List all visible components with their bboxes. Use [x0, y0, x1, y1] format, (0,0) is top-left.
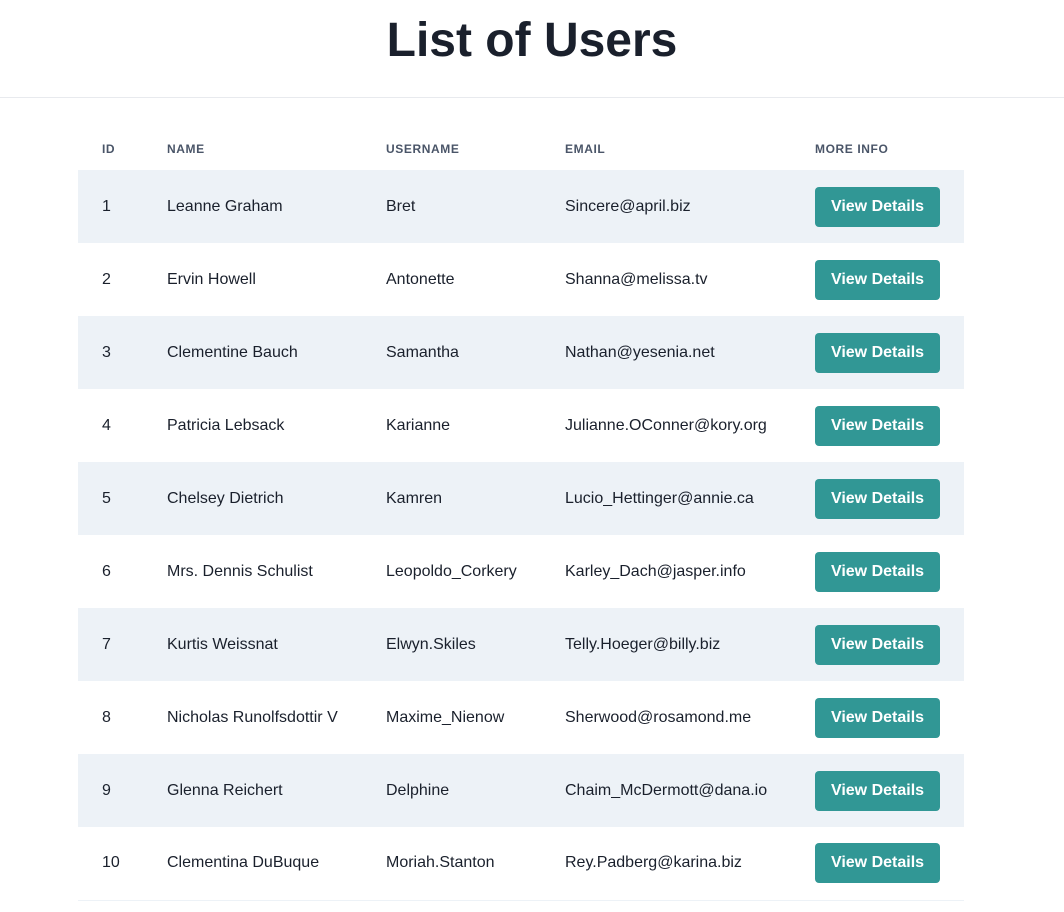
view-details-button[interactable]: View Details: [815, 259, 940, 300]
cell-email: Lucio_Hettinger@annie.ca: [565, 489, 754, 507]
cell-name: Ervin Howell: [167, 270, 256, 288]
table-row: 8 Nicholas Runolfsdottir V Maxime_Nienow…: [78, 681, 964, 754]
cell-username: Samantha: [386, 343, 459, 361]
view-details-button[interactable]: View Details: [815, 697, 940, 738]
cell-more-info: View Details: [815, 316, 964, 389]
cell-username: Elwyn.Skiles: [386, 635, 476, 653]
cell-email: Karley_Dach@jasper.info: [565, 562, 746, 580]
cell-id: 10: [102, 854, 120, 872]
table-row: 6 Mrs. Dennis Schulist Leopoldo_Corkery …: [78, 535, 964, 608]
table-row: 5 Chelsey Dietrich Kamren Lucio_Hettinge…: [78, 462, 964, 535]
cell-id: 6: [102, 562, 111, 580]
cell-name: Patricia Lebsack: [167, 416, 285, 434]
cell-more-info: View Details: [815, 243, 964, 316]
table-row: 9 Glenna Reichert Delphine Chaim_McDermo…: [78, 754, 964, 827]
view-details-button[interactable]: View Details: [815, 843, 940, 884]
cell-email: Rey.Padberg@karina.biz: [565, 854, 742, 872]
cell-id: 8: [102, 708, 111, 726]
cell-username: Leopoldo_Corkery: [386, 562, 517, 580]
cell-username: Moriah.Stanton: [386, 854, 495, 872]
cell-email: Nathan@yesenia.net: [565, 343, 715, 361]
cell-name: Chelsey Dietrich: [167, 489, 284, 507]
cell-name: Glenna Reichert: [167, 781, 283, 799]
cell-more-info: View Details: [815, 608, 964, 681]
column-header-name: NAME: [167, 142, 205, 156]
table-row: 7 Kurtis Weissnat Elwyn.Skiles Telly.Hoe…: [78, 608, 964, 681]
table-header: ID NAME USERNAME EMAIL MORE INFO: [78, 128, 964, 170]
cell-username: Maxime_Nienow: [386, 708, 505, 726]
cell-id: 4: [102, 416, 111, 434]
cell-name: Leanne Graham: [167, 197, 283, 215]
cell-id: 5: [102, 489, 111, 507]
table-row: 4 Patricia Lebsack Karianne Julianne.OCo…: [78, 389, 964, 462]
cell-username: Bret: [386, 197, 416, 215]
cell-name: Mrs. Dennis Schulist: [167, 562, 313, 580]
cell-id: 7: [102, 635, 111, 653]
view-details-button[interactable]: View Details: [815, 624, 940, 665]
cell-username: Karianne: [386, 416, 451, 434]
cell-email: Chaim_McDermott@dana.io: [565, 781, 768, 799]
cell-email: Sherwood@rosamond.me: [565, 708, 752, 726]
cell-more-info: View Details: [815, 170, 964, 243]
cell-id: 9: [102, 781, 111, 799]
table-body: 1 Leanne Graham Bret Sincere@april.biz V…: [78, 170, 964, 900]
column-header-more-info: MORE INFO: [815, 142, 889, 156]
cell-more-info: View Details: [815, 535, 964, 608]
table-row: 10 Clementina DuBuque Moriah.Stanton Rey…: [78, 827, 964, 900]
column-header-username: USERNAME: [386, 142, 460, 156]
table-row: 1 Leanne Graham Bret Sincere@april.biz V…: [78, 170, 964, 243]
cell-email: Telly.Hoeger@billy.biz: [565, 635, 721, 653]
cell-more-info: View Details: [815, 827, 964, 900]
view-details-button[interactable]: View Details: [815, 551, 940, 592]
cell-name: Kurtis Weissnat: [167, 635, 278, 653]
table-row: 3 Clementine Bauch Samantha Nathan@yesen…: [78, 316, 964, 389]
cell-more-info: View Details: [815, 681, 964, 754]
cell-id: 1: [102, 197, 111, 215]
cell-username: Delphine: [386, 781, 450, 799]
view-details-button[interactable]: View Details: [815, 405, 940, 446]
view-details-button[interactable]: View Details: [815, 770, 940, 811]
cell-username: Antonette: [386, 270, 455, 288]
cell-email: Shanna@melissa.tv: [565, 270, 708, 288]
cell-more-info: View Details: [815, 389, 964, 462]
cell-more-info: View Details: [815, 754, 964, 827]
column-header-email: EMAIL: [565, 142, 606, 156]
cell-name: Clementine Bauch: [167, 343, 298, 361]
cell-name: Nicholas Runolfsdottir V: [167, 708, 338, 726]
table-header-row: ID NAME USERNAME EMAIL MORE INFO: [78, 128, 964, 170]
users-table-container: ID NAME USERNAME EMAIL MORE INFO 1 Leann…: [78, 128, 964, 901]
table-row: 2 Ervin Howell Antonette Shanna@melissa.…: [78, 243, 964, 316]
cell-email: Sincere@april.biz: [565, 197, 691, 215]
view-details-button[interactable]: View Details: [815, 478, 940, 519]
cell-id: 3: [102, 343, 111, 361]
cell-username: Kamren: [386, 489, 443, 507]
view-details-button[interactable]: View Details: [815, 332, 940, 373]
page-header: List of Users: [0, 0, 1064, 98]
column-header-id: ID: [102, 142, 116, 156]
cell-id: 2: [102, 270, 111, 288]
view-details-button[interactable]: View Details: [815, 186, 940, 227]
cell-name: Clementina DuBuque: [167, 854, 320, 872]
page-title: List of Users: [386, 14, 678, 67]
users-table: ID NAME USERNAME EMAIL MORE INFO 1 Leann…: [78, 128, 964, 901]
cell-more-info: View Details: [815, 462, 964, 535]
cell-email: Julianne.OConner@kory.org: [565, 416, 767, 434]
